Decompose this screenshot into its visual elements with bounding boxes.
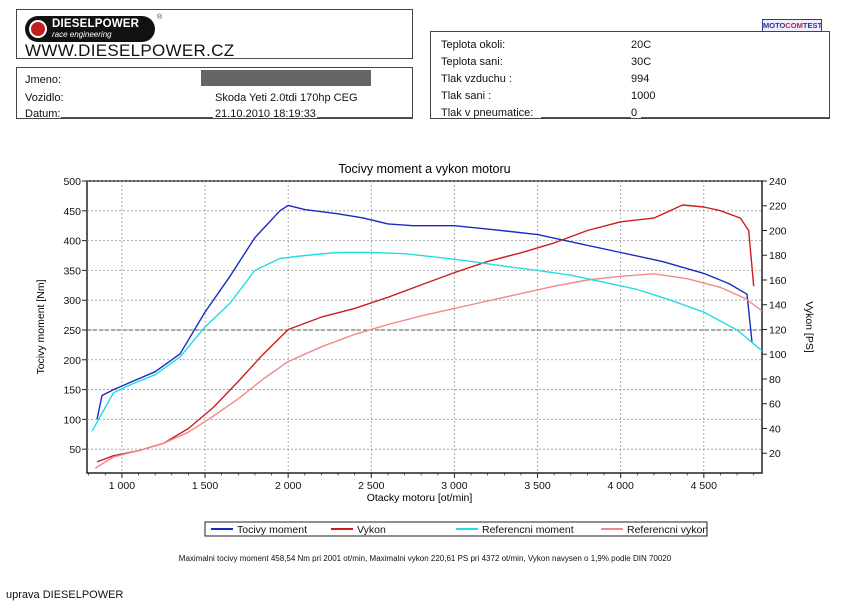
y2-tick-label: 20 — [769, 448, 781, 460]
condition-value: 30C — [631, 56, 652, 68]
condition-label: Teplota okoli: — [441, 39, 506, 51]
dieselpower-logo: DIESELPOWER race engineering — [25, 16, 155, 42]
y2-tick-label: 60 — [769, 399, 781, 411]
y2-tick-label: 240 — [769, 176, 787, 188]
x-tick-label: 3 000 — [441, 480, 467, 492]
y-tick-label: 300 — [63, 295, 81, 307]
x-tick-label: 2 000 — [275, 480, 301, 492]
y2-tick-label: 80 — [769, 374, 781, 386]
y2-tick-label: 200 — [769, 225, 787, 237]
y2-tick-label: 40 — [769, 423, 781, 435]
condition-label: Tlak sani : — [441, 90, 492, 102]
y-tick-label: 250 — [63, 325, 81, 337]
vehicle-info-box: Jmeno: Vozidlo: Skoda Yeti 2.0tdi 170hp … — [16, 67, 413, 120]
conditions-box: Teplota okoli: 20C Teplota sani: 30C Tlak vz… — [430, 31, 830, 119]
condition-value: 0 — [631, 107, 638, 119]
legend-entry: Referencni vykon — [627, 524, 708, 536]
y2-tick-label: 140 — [769, 300, 787, 312]
vehicle-value: Skoda Yeti 2.0tdi 170hp CEG — [215, 92, 358, 104]
y2-tick-label: 120 — [769, 324, 787, 336]
logo-mark-icon — [29, 20, 47, 38]
condition-label: Teplota sani: — [441, 56, 503, 68]
date-label: Datum: — [25, 108, 61, 120]
y-tick-label: 150 — [63, 385, 81, 397]
y-tick-label: 500 — [63, 176, 81, 188]
y-tick-label: 50 — [69, 444, 81, 456]
x-axis-label: Otacky motoru [ot/min] — [367, 492, 473, 504]
chart-title: Tocivy moment a vykon motoru — [338, 162, 510, 176]
y2-axis-label: Vykon [PS] — [803, 301, 815, 353]
registered-mark: ® — [157, 14, 163, 21]
condition-value: 1000 — [631, 90, 656, 102]
condition-label: Tlak vzduchu : — [441, 73, 512, 85]
name-value-redacted — [201, 70, 371, 86]
x-tick-label: 1 000 — [109, 480, 135, 492]
y2-tick-label: 160 — [769, 275, 787, 287]
y-axis-label: Tocivy moment [Nm] — [35, 279, 47, 374]
dyno-chart: 1 000 1 500 2 000 2 500 3 000 3 500 4 000 4 500… — [35, 162, 815, 537]
x-tick-label: 1 500 — [192, 480, 218, 492]
logo-box: DIESELPOWER race engineering ® WWW.DIESE… — [16, 9, 413, 60]
y2-tick-label: 100 — [769, 349, 787, 361]
website-underline — [167, 58, 407, 59]
x-tick-label: 4 000 — [608, 480, 634, 492]
logo-subtitle: race engineering — [52, 30, 112, 40]
name-label: Jmeno: — [25, 74, 62, 86]
y2-tick-label: 220 — [769, 201, 787, 213]
condition-value: 994 — [631, 73, 650, 85]
y-tick-label: 400 — [63, 236, 81, 248]
legend-entry: Referencni moment — [482, 524, 574, 536]
x-tick-label: 2 500 — [358, 480, 384, 492]
y-tick-label: 100 — [63, 414, 81, 426]
x-tick-label: 4 500 — [691, 480, 717, 492]
y-tick-label: 450 — [63, 206, 81, 218]
summary-footnote: Maximalni tocivy moment 458,54 Nm pri 20… — [178, 554, 672, 563]
y-tick-label: 200 — [63, 355, 81, 367]
logo-brand: DIESELPOWER — [52, 17, 140, 30]
date-value: 21.10.2010 18:19:33 — [215, 108, 316, 120]
y-tick-label: 350 — [63, 265, 81, 277]
condition-value: 20C — [631, 39, 652, 51]
vehicle-label: Vozidlo: — [25, 92, 64, 104]
legend-entry: Tocivy moment — [237, 524, 307, 536]
y2-tick-label: 180 — [769, 250, 787, 262]
legend-entry: Vykon — [357, 524, 386, 536]
x-tick-label: 3 500 — [524, 480, 550, 492]
condition-label: Tlak v pneumatice: — [441, 107, 534, 119]
tuning-note: uprava DIESELPOWER — [6, 589, 124, 601]
